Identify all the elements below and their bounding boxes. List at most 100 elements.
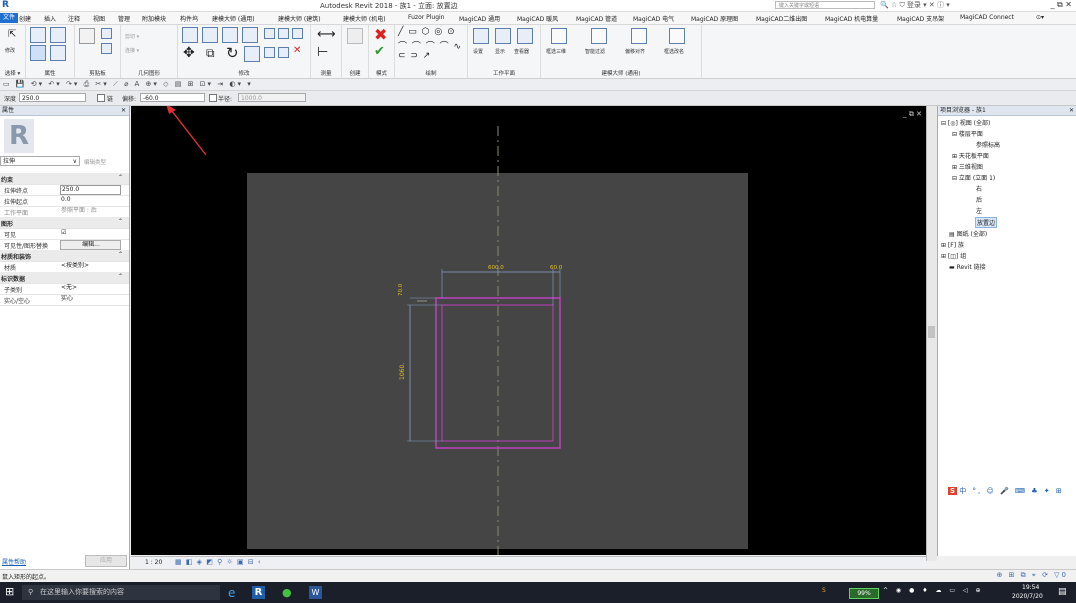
tree-node[interactable]: 右 bbox=[976, 184, 982, 193]
join-geometry-button[interactable]: 连接 ▾ bbox=[125, 47, 139, 54]
material-value[interactable]: <按类别> bbox=[60, 262, 119, 270]
chain-checkbox[interactable] bbox=[97, 94, 105, 102]
tree-node[interactable]: ⊞ [F] 族 bbox=[941, 240, 964, 249]
windows-start-icon[interactable]: ⊞ bbox=[5, 585, 14, 598]
battery-indicator[interactable]: 99% bbox=[849, 588, 879, 599]
rename-icon[interactable] bbox=[669, 28, 685, 44]
tab-bim-arch[interactable]: 建模大师 (建筑) bbox=[278, 14, 321, 23]
tab-annotate[interactable]: 注释 bbox=[68, 14, 80, 23]
tab-magicad-schematic[interactable]: MagiCAD 原理图 bbox=[691, 14, 738, 23]
tab-addins[interactable]: 附加模块 bbox=[142, 14, 166, 23]
edit-type-button[interactable]: 编辑类型 bbox=[84, 158, 106, 166]
extrusion-end-input[interactable]: 250.0 bbox=[60, 185, 121, 195]
tab-magicad-support[interactable]: MagiCAD 支吊架 bbox=[897, 14, 944, 23]
box-3d-label[interactable]: 框选三维 bbox=[546, 48, 566, 55]
copy-icon[interactable] bbox=[101, 43, 112, 54]
tree-node[interactable]: ⊟ 楼层平面 bbox=[952, 129, 983, 138]
move-icon[interactable]: ✥ bbox=[183, 45, 195, 61]
close-icon[interactable]: ✕ bbox=[1069, 106, 1074, 115]
family-category-icon[interactable] bbox=[50, 27, 66, 43]
view-control-icons[interactable]: ▦ ◧ ◈ ◩ ⚲ ☼ ▣ ⊟ ‹ bbox=[175, 558, 262, 566]
modify-label[interactable]: 修改 bbox=[5, 47, 15, 54]
tab-bim-general[interactable]: 建模大师 (通用) bbox=[212, 14, 255, 23]
quick-access-icons[interactable]: ▭ 💾 ⟲▾ ↶▾ ↷▾ ⎙ ✂▾ ⟋ ⌀ A ⊕▾ ◇ ▤ ⊞ ⊡▾ ⇥ ◐▾… bbox=[3, 80, 253, 89]
radius-input[interactable]: 1000.0 bbox=[238, 93, 306, 102]
tab-magicad-connect[interactable]: MagiCAD Connect bbox=[960, 14, 1014, 21]
rotate-icon[interactable]: ↻ bbox=[226, 44, 239, 62]
cursor-icon[interactable]: ⇱ bbox=[8, 29, 16, 40]
set-label[interactable]: 设置 bbox=[473, 48, 483, 55]
tab-magicad-pipe[interactable]: MagiCAD 管道 bbox=[576, 14, 617, 23]
tab-magicad-elec[interactable]: MagiCAD 电气 bbox=[633, 14, 674, 23]
box-3d-icon[interactable] bbox=[551, 28, 567, 44]
type-selector[interactable]: 拉伸 ∨ bbox=[0, 156, 80, 166]
tree-node[interactable]: ⊞ 天花板平面 bbox=[952, 151, 989, 160]
tab-more[interactable]: ⊙▾ bbox=[1036, 14, 1044, 21]
offset-align-icon[interactable] bbox=[631, 28, 647, 44]
scrollbar-thumb[interactable] bbox=[928, 326, 935, 338]
paste-icon[interactable] bbox=[79, 28, 95, 44]
tree-node[interactable]: ⊞ [◫] 组 bbox=[941, 251, 966, 260]
dimension-icon[interactable]: ⊢ bbox=[317, 45, 328, 60]
revit-logo[interactable]: R bbox=[2, 0, 9, 10]
tree-node[interactable]: 左 bbox=[976, 206, 982, 215]
cancel-edit-button[interactable]: ✖ bbox=[374, 25, 387, 44]
show-label[interactable]: 显示 bbox=[495, 48, 505, 55]
tab-magicad-qty[interactable]: MagiCAD 机电算量 bbox=[825, 14, 878, 23]
view-scale[interactable]: 1 : 20 bbox=[145, 559, 162, 566]
array-icon[interactable] bbox=[278, 28, 289, 39]
subcategory-value[interactable]: <无> bbox=[60, 284, 119, 292]
status-tool-icons[interactable]: ⊕ ⊞ ⧉ ⌖ ⟳ ▽0 bbox=[997, 571, 1069, 580]
tree-node[interactable]: 参照标高 bbox=[976, 140, 1000, 149]
family-types-icon[interactable] bbox=[30, 27, 46, 43]
solid-void-value[interactable]: 实心 bbox=[60, 295, 119, 303]
edit-visibility-button[interactable]: 编辑... bbox=[60, 240, 121, 250]
tree-node[interactable]: ⊞ 三维视图 bbox=[952, 162, 983, 171]
window-controls[interactable]: _ ⧉ ✕ bbox=[1050, 0, 1072, 10]
tab-create[interactable]: 创建 bbox=[19, 14, 31, 23]
search-input[interactable]: 键入关键字或短语 bbox=[775, 1, 875, 9]
close-icon[interactable]: ✕ bbox=[121, 106, 126, 115]
dim-text-height[interactable]: 1060. bbox=[399, 363, 406, 380]
group-select-label[interactable]: 选择 ▾ bbox=[0, 69, 25, 77]
trim-icon[interactable] bbox=[244, 46, 260, 62]
tab-magicad-hvac[interactable]: MagiCAD 暖风 bbox=[517, 14, 558, 23]
split-icon[interactable] bbox=[264, 28, 275, 39]
offset-input[interactable]: -60.0 bbox=[140, 93, 205, 102]
tab-insert[interactable]: 插入 bbox=[44, 14, 56, 23]
dim-text-offset-left[interactable]: 70.0 bbox=[398, 284, 404, 296]
tab-fuzor[interactable]: Fuzor Plugin bbox=[408, 14, 445, 21]
viewer-label[interactable]: 查看器 bbox=[514, 48, 529, 55]
tree-node[interactable]: ⊟ [◎] 视图 (全部) bbox=[941, 118, 990, 127]
delete-icon[interactable]: ✕ bbox=[293, 45, 301, 56]
draw-tools-row3[interactable]: ⊂ ⊃ ↗ bbox=[398, 51, 431, 61]
smart-filter-label[interactable]: 智能过滤 bbox=[585, 48, 605, 55]
cut-geometry-button[interactable]: 剪切 ▾ bbox=[125, 33, 139, 40]
type-properties-icon[interactable] bbox=[50, 45, 66, 61]
tab-file[interactable]: 文件 bbox=[0, 13, 19, 23]
finish-edit-button[interactable]: ✔ bbox=[374, 44, 385, 59]
mirror-axis-icon[interactable] bbox=[242, 27, 258, 43]
align-icon[interactable] bbox=[182, 27, 198, 43]
clock-date[interactable]: 2020/7/20 bbox=[1012, 593, 1043, 600]
offset-align-label[interactable]: 偏移对齐 bbox=[625, 48, 645, 55]
tab-bim-mep[interactable]: 建模大师 (机电) bbox=[343, 14, 386, 23]
canvas-scrollbar[interactable] bbox=[926, 106, 937, 561]
create-similar-icon[interactable] bbox=[347, 28, 363, 44]
signin-link[interactable]: 登录 bbox=[907, 1, 921, 9]
dim-text-width[interactable]: 600.0 bbox=[488, 265, 504, 271]
cut-icon[interactable] bbox=[101, 28, 112, 39]
ime-toolbar[interactable]: S 中 °, ☺ 🎤 ⌨ ♣ ✦ ⊞ bbox=[948, 486, 1066, 498]
offset-icon[interactable] bbox=[202, 27, 218, 43]
rename-label[interactable]: 框选改名 bbox=[664, 48, 684, 55]
sogou-tray-icon[interactable]: S bbox=[822, 587, 826, 594]
ime-tool-icons[interactable]: 中 °, ☺ 🎤 ⌨ ♣ ✦ ⊞ bbox=[959, 487, 1063, 495]
word-icon[interactable]: W bbox=[309, 586, 322, 599]
scale-icon[interactable] bbox=[292, 28, 303, 39]
smart-filter-icon[interactable] bbox=[591, 28, 607, 44]
revit-taskbar-icon[interactable]: R bbox=[252, 586, 265, 599]
edge-icon[interactable]: e bbox=[228, 586, 241, 600]
mirror-icon[interactable] bbox=[222, 27, 238, 43]
visible-checkbox[interactable]: ☑ bbox=[60, 229, 119, 237]
extrusion-start-value[interactable]: 0.0 bbox=[60, 196, 119, 204]
